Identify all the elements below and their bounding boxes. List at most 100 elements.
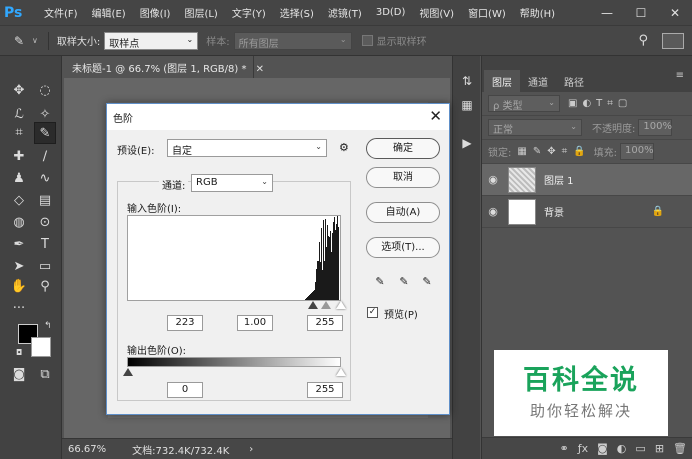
layer-row[interactable]: ◉ 背景 🔒 [482, 196, 692, 228]
screen-mode-icon[interactable]: ⧉ [34, 364, 56, 386]
filter-type-icons[interactable]: ▣◐T⌗▢ [568, 98, 632, 109]
adjustment-layer-icon[interactable]: ◐ [617, 442, 627, 455]
gear-icon[interactable]: ⚙ [339, 141, 349, 154]
hand-tool-icon[interactable]: ✋ [8, 276, 30, 298]
menu-window[interactable]: 窗口(W) [468, 5, 506, 20]
healing-brush-tool-icon[interactable]: ✚ [8, 146, 30, 168]
minimize-button[interactable]: — [590, 6, 624, 20]
pen-tool-icon[interactable]: ✒ [8, 234, 30, 256]
lock-icon[interactable]: 🔒 [652, 206, 664, 217]
input-white-slider[interactable] [336, 301, 346, 309]
opacity-field[interactable]: 100% [638, 119, 673, 136]
input-white-field[interactable]: 255 [307, 315, 343, 331]
fx-icon[interactable]: ƒx [578, 442, 588, 455]
tab-paths[interactable]: 路径 [556, 70, 592, 92]
menu-image[interactable]: 图像(I) [140, 5, 171, 20]
rectangle-tool-icon[interactable]: ▭ [34, 256, 56, 278]
sample-select[interactable]: 所有图层 ⌄ [233, 31, 352, 50]
zoom-level[interactable]: 66.67% [68, 444, 106, 455]
white-point-eyedropper-icon[interactable]: ✎ [420, 275, 434, 289]
swap-colors-icon[interactable]: ↰ [44, 321, 52, 331]
close-icon[interactable]: ✕ [429, 107, 442, 125]
chevron-right-icon[interactable]: › [249, 444, 253, 455]
input-black-field[interactable]: 223 [167, 315, 203, 331]
more-tools-icon[interactable]: ··· [8, 298, 30, 320]
layer-name[interactable]: 图层 1 [544, 172, 574, 187]
brush-tool-icon[interactable]: ∕ [34, 146, 56, 168]
document-tab[interactable]: 未标题-1 @ 66.7% (图层 1, RGB/8) * ✕ [64, 56, 264, 78]
dialog-titlebar[interactable]: 色阶 ✕ [107, 104, 449, 130]
new-layer-icon[interactable]: ⊞ [655, 442, 664, 455]
zoom-tool-icon[interactable]: ⚲ [34, 276, 56, 298]
input-black-slider[interactable] [308, 301, 318, 309]
actions-panel-icon[interactable]: ▦ [458, 96, 476, 114]
layer-filter-select[interactable]: ρ 类型 ⌄ [488, 95, 560, 112]
gray-point-eyedropper-icon[interactable]: ✎ [397, 275, 411, 289]
default-colors-icon[interactable]: ◘ [16, 348, 22, 357]
input-gamma-field[interactable]: 1.00 [237, 315, 273, 331]
workspace-icon[interactable] [662, 32, 684, 49]
menu-3d[interactable]: 3D(D) [376, 7, 406, 18]
menu-filter[interactable]: 滤镜(T) [328, 5, 362, 20]
play-icon[interactable]: ▶ [458, 134, 476, 152]
ok-button[interactable]: 确定 [366, 138, 440, 159]
output-black-slider[interactable] [123, 368, 133, 376]
preset-select[interactable]: 自定 ⌄ [167, 139, 327, 157]
marquee-tool-icon[interactable]: ◌ [34, 80, 56, 102]
channel-select[interactable]: RGB ⌄ [191, 174, 273, 192]
move-tool-icon[interactable]: ✥ [8, 80, 30, 102]
search-icon[interactable]: ⚲ [638, 33, 648, 48]
output-white-slider[interactable] [336, 368, 346, 376]
crop-tool-icon[interactable]: ⌗ [8, 122, 30, 144]
path-selection-tool-icon[interactable]: ➤ [8, 256, 30, 278]
preview-checkbox[interactable]: ✓ [367, 307, 378, 318]
history-panel-icon[interactable]: ⇅ [458, 72, 476, 90]
menu-edit[interactable]: 编辑(E) [92, 5, 126, 20]
link-layers-icon[interactable]: ⚭ [560, 442, 569, 455]
menu-file[interactable]: 文件(F) [44, 5, 78, 20]
eyedropper-tool-icon[interactable]: ✎ [34, 122, 56, 144]
delete-layer-icon[interactable]: 🗑 [673, 442, 687, 455]
eyedropper-icon[interactable]: ✎ [14, 34, 30, 48]
lock-label: 锁定: [488, 148, 512, 159]
dodge-tool-icon[interactable]: ⊙ [34, 212, 56, 234]
blend-mode-select[interactable]: 正常 ⌄ [488, 119, 582, 136]
maximize-button[interactable]: ☐ [624, 6, 658, 20]
new-group-icon[interactable]: ▭ [635, 442, 645, 455]
quick-mask-icon[interactable]: ◙ [8, 364, 30, 386]
chevron-down-icon[interactable]: ∨ [32, 36, 38, 45]
menu-select[interactable]: 选择(S) [280, 5, 314, 20]
background-color-swatch[interactable] [31, 337, 51, 357]
stamp-tool-icon[interactable]: ♟ [8, 168, 30, 190]
lock-icons[interactable]: ▦✎✥⌗🔒 [517, 146, 591, 157]
close-icon[interactable]: ✕ [256, 64, 264, 75]
options-button[interactable]: 选项(T)... [366, 237, 440, 258]
tab-layers[interactable]: 图层 [484, 70, 520, 92]
tab-channels[interactable]: 通道 [520, 70, 556, 92]
type-tool-icon[interactable]: T [34, 234, 56, 256]
layer-row[interactable]: ◉ 图层 1 [482, 164, 692, 196]
eraser-tool-icon[interactable]: ◇ [8, 190, 30, 212]
output-white-field[interactable]: 255 [307, 382, 343, 398]
cancel-button[interactable]: 取消 [366, 167, 440, 188]
close-window-button[interactable]: ✕ [658, 6, 692, 20]
black-point-eyedropper-icon[interactable]: ✎ [373, 275, 387, 289]
input-gamma-slider[interactable] [321, 301, 331, 309]
layer-name[interactable]: 背景 [544, 204, 564, 219]
eye-icon[interactable]: ◉ [482, 173, 504, 186]
fill-field[interactable]: 100% [620, 143, 655, 160]
menu-layer[interactable]: 图层(L) [184, 5, 217, 20]
menu-help[interactable]: 帮助(H) [520, 5, 555, 20]
add-mask-icon[interactable]: ◙ [597, 442, 608, 455]
menu-type[interactable]: 文字(Y) [232, 5, 266, 20]
eye-icon[interactable]: ◉ [482, 205, 504, 218]
show-ring-checkbox[interactable] [361, 35, 373, 46]
blur-tool-icon[interactable]: ◍ [8, 212, 30, 234]
panel-menu-icon[interactable]: ≡ [676, 70, 684, 81]
gradient-tool-icon[interactable]: ▤ [34, 190, 56, 212]
sample-size-select[interactable]: 取样点 ⌄ [104, 31, 199, 50]
auto-button[interactable]: 自动(A) [366, 202, 440, 223]
history-brush-tool-icon[interactable]: ∿ [34, 168, 56, 190]
menu-view[interactable]: 视图(V) [419, 5, 454, 20]
output-black-field[interactable]: 0 [167, 382, 203, 398]
